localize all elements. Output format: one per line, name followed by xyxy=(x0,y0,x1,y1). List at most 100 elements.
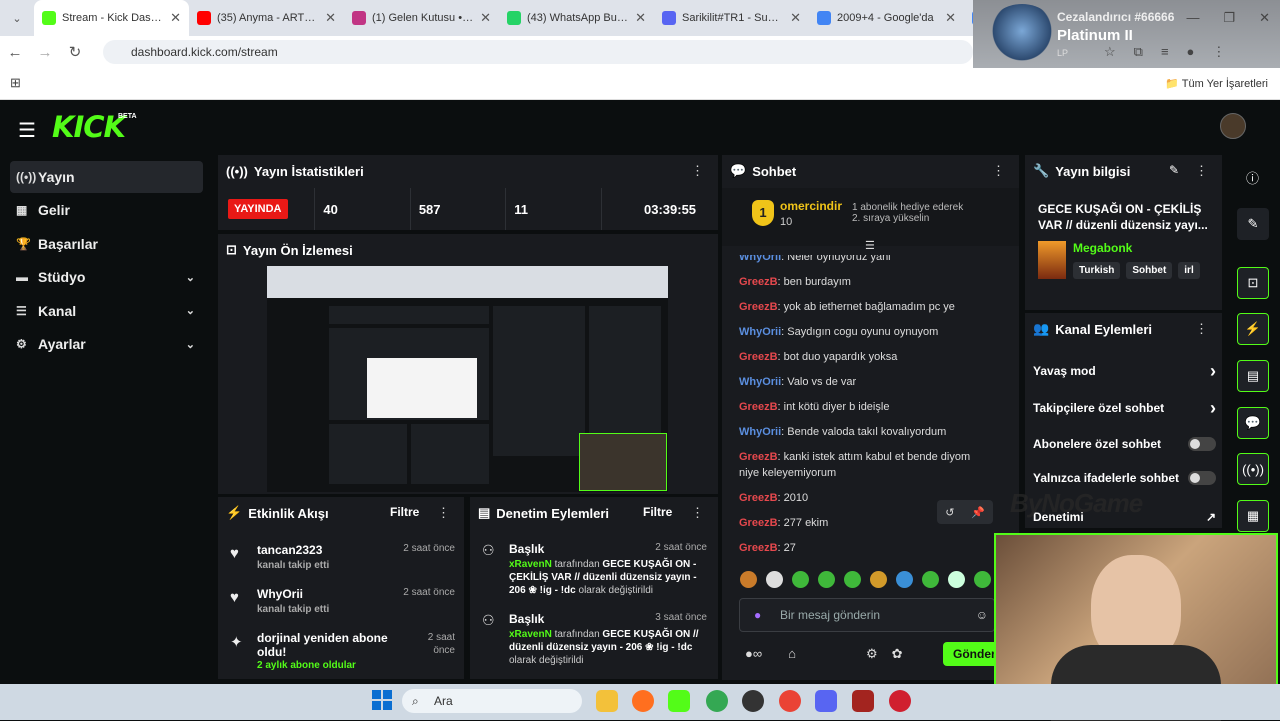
tab-close-icon[interactable]: ✕ xyxy=(635,10,646,26)
channel-action-row[interactable]: Takipçilere özel sohbet › xyxy=(1033,398,1216,419)
emote-icon[interactable]: ✿ xyxy=(892,646,903,662)
taskbar-search[interactable]: ⌕ Ara xyxy=(402,689,582,713)
megabonk-icon[interactable] xyxy=(852,690,874,712)
moderation-user[interactable]: xRavenN xyxy=(509,629,552,640)
emote-icon[interactable] xyxy=(792,571,809,588)
emote-icon[interactable] xyxy=(948,571,965,588)
close-icon[interactable]: ✕ xyxy=(1259,10,1270,26)
tab-close-icon[interactable]: ✕ xyxy=(790,10,801,26)
media-icon[interactable]: ≡ xyxy=(1161,44,1169,60)
chrome-alt-icon[interactable] xyxy=(779,690,801,712)
moderation-menu-icon[interactable]: ⋮ xyxy=(691,505,704,521)
chat-username[interactable]: GreezB xyxy=(739,492,778,504)
bookmark-star-icon[interactable]: ☆ xyxy=(1104,44,1116,60)
extensions-icon[interactable]: ⧉ xyxy=(1134,44,1143,60)
channel-action-row[interactable]: Yalnızca ifadelerle sohbet xyxy=(1033,469,1216,487)
menu-hamburger-icon[interactable]: ☰ xyxy=(18,118,36,143)
discord-icon[interactable] xyxy=(815,690,837,712)
chat-username[interactable]: GreezB xyxy=(739,276,778,288)
chrome-icon[interactable] xyxy=(706,690,728,712)
browser-tab[interactable]: (1) Gelen Kutusu • So ✕ xyxy=(344,0,499,36)
tab-close-icon[interactable]: ✕ xyxy=(945,10,956,26)
channel-actions-menu-icon[interactable]: ⋮ xyxy=(1195,321,1208,337)
emote-icon[interactable] xyxy=(766,571,783,588)
firefox-icon[interactable] xyxy=(632,690,654,712)
stream-preview[interactable] xyxy=(267,266,668,492)
chat-username[interactable]: GreezB xyxy=(739,351,778,363)
collapse-icon[interactable]: ☰ xyxy=(865,239,875,252)
rail-edit-button[interactable]: ✎ xyxy=(1237,208,1269,240)
chat-username[interactable]: GreezB xyxy=(739,542,778,554)
browser-tab[interactable]: 2009+4 - Google'da ✕ xyxy=(809,0,964,36)
chevron-down-icon[interactable]: ⌄ xyxy=(186,271,195,284)
moderation-user[interactable]: xRavenN xyxy=(509,559,552,570)
points-icon[interactable]: ●∞ xyxy=(745,646,762,662)
channel-action-row[interactable]: Abonelere özel sohbet xyxy=(1033,435,1216,453)
settings-icon[interactable]: ⚙ xyxy=(866,646,878,662)
tab-close-icon[interactable]: ✕ xyxy=(480,10,491,26)
activity-filter-button[interactable]: Filtre xyxy=(390,505,419,519)
chevron-down-icon[interactable]: ⌄ xyxy=(186,338,195,351)
tag-chip[interactable]: Sohbet xyxy=(1126,262,1173,279)
sidebar-item-1[interactable]: ▦ Gelir xyxy=(10,194,203,226)
stream-info-menu-icon[interactable]: ⋮ xyxy=(1195,163,1208,179)
file-explorer-icon[interactable] xyxy=(596,690,618,712)
emote-icon[interactable] xyxy=(870,571,887,588)
chat-username[interactable]: WhyOrii xyxy=(739,376,781,388)
emote-icon[interactable] xyxy=(974,571,991,588)
url-input[interactable]: dashboard.kick.com/stream xyxy=(103,40,973,64)
chat-username[interactable]: GreezB xyxy=(739,451,778,463)
toggle-switch[interactable] xyxy=(1188,471,1216,485)
tag-chip[interactable]: irl xyxy=(1178,262,1200,279)
browser-tab[interactable]: (43) WhatsApp Busin ✕ xyxy=(499,0,654,36)
rail-chat-button[interactable]: 💬 xyxy=(1237,407,1269,439)
store-icon[interactable]: ⌂ xyxy=(788,646,796,662)
rail-moderation-button[interactable]: ▤ xyxy=(1237,360,1269,392)
toggle-switch[interactable] xyxy=(1188,437,1216,451)
apps-grid-icon[interactable]: ⊞ xyxy=(10,75,21,91)
sidebar-item-2[interactable]: 🏆 Başarılar xyxy=(10,228,203,260)
chat-username[interactable]: GreezB xyxy=(739,301,778,313)
emote-icon[interactable] xyxy=(740,571,757,588)
maximize-icon[interactable]: ❐ xyxy=(1223,10,1235,26)
tag-chip[interactable]: Turkish xyxy=(1073,262,1121,279)
back-icon[interactable]: ← xyxy=(0,44,30,61)
channel-action-row[interactable]: Yavaş mod › xyxy=(1033,361,1216,382)
external-link-icon[interactable]: ↗ xyxy=(1206,510,1216,524)
chat-username[interactable]: GreezB xyxy=(739,517,778,529)
tab-search-icon[interactable]: ⌄ xyxy=(0,12,34,25)
reload-icon[interactable]: ↻ xyxy=(60,43,90,61)
sidebar-item-5[interactable]: ⚙ Ayarlar ⌄ xyxy=(10,328,203,360)
info-icon[interactable]: ⓘ xyxy=(1246,168,1259,187)
emote-icon[interactable] xyxy=(844,571,861,588)
moderation-filter-button[interactable]: Filtre xyxy=(643,505,672,519)
kick-app-icon[interactable] xyxy=(668,690,690,712)
stats-menu-icon[interactable]: ⋮ xyxy=(691,163,704,179)
emote-icon[interactable] xyxy=(896,571,913,588)
forward-icon[interactable]: → xyxy=(30,44,60,61)
sidebar-item-0[interactable]: ((•)) Yayın xyxy=(10,161,203,193)
rail-stream-button[interactable]: ((•)) xyxy=(1237,453,1269,485)
app-icon[interactable] xyxy=(889,690,911,712)
mic-icon[interactable]: ● xyxy=(754,608,761,622)
chat-input[interactable]: ● Bir mesaj gönderin ☺ xyxy=(739,598,995,632)
chat-username[interactable]: WhyOrii xyxy=(739,426,781,438)
chat-menu-icon[interactable]: ⋮ xyxy=(992,163,1005,179)
emote-icon[interactable] xyxy=(922,571,939,588)
chat-username[interactable]: GreezB xyxy=(739,401,778,413)
windows-start-icon[interactable] xyxy=(372,690,392,710)
chevron-right-icon[interactable]: › xyxy=(1210,361,1216,382)
pinned-user[interactable]: omercindir xyxy=(780,199,842,213)
sidebar-item-3[interactable]: ▬ Stüdyo ⌄ xyxy=(10,261,203,293)
chevron-down-icon[interactable]: ⌄ xyxy=(186,304,195,317)
edit-icon[interactable]: ✎ xyxy=(1169,163,1179,177)
tab-close-icon[interactable]: ✕ xyxy=(170,10,181,26)
minimize-icon[interactable]: — xyxy=(1186,10,1199,26)
chevron-right-icon[interactable]: › xyxy=(1210,398,1216,419)
tab-close-icon[interactable]: ✕ xyxy=(325,10,336,26)
user-avatar[interactable] xyxy=(1220,113,1246,139)
browser-tab[interactable]: (35) Anyma - ARTBAT ✕ xyxy=(189,0,344,36)
rail-users-button[interactable]: ▦ xyxy=(1237,500,1269,532)
sidebar-item-4[interactable]: ☰ Kanal ⌄ xyxy=(10,295,203,327)
obs-icon[interactable] xyxy=(742,690,764,712)
